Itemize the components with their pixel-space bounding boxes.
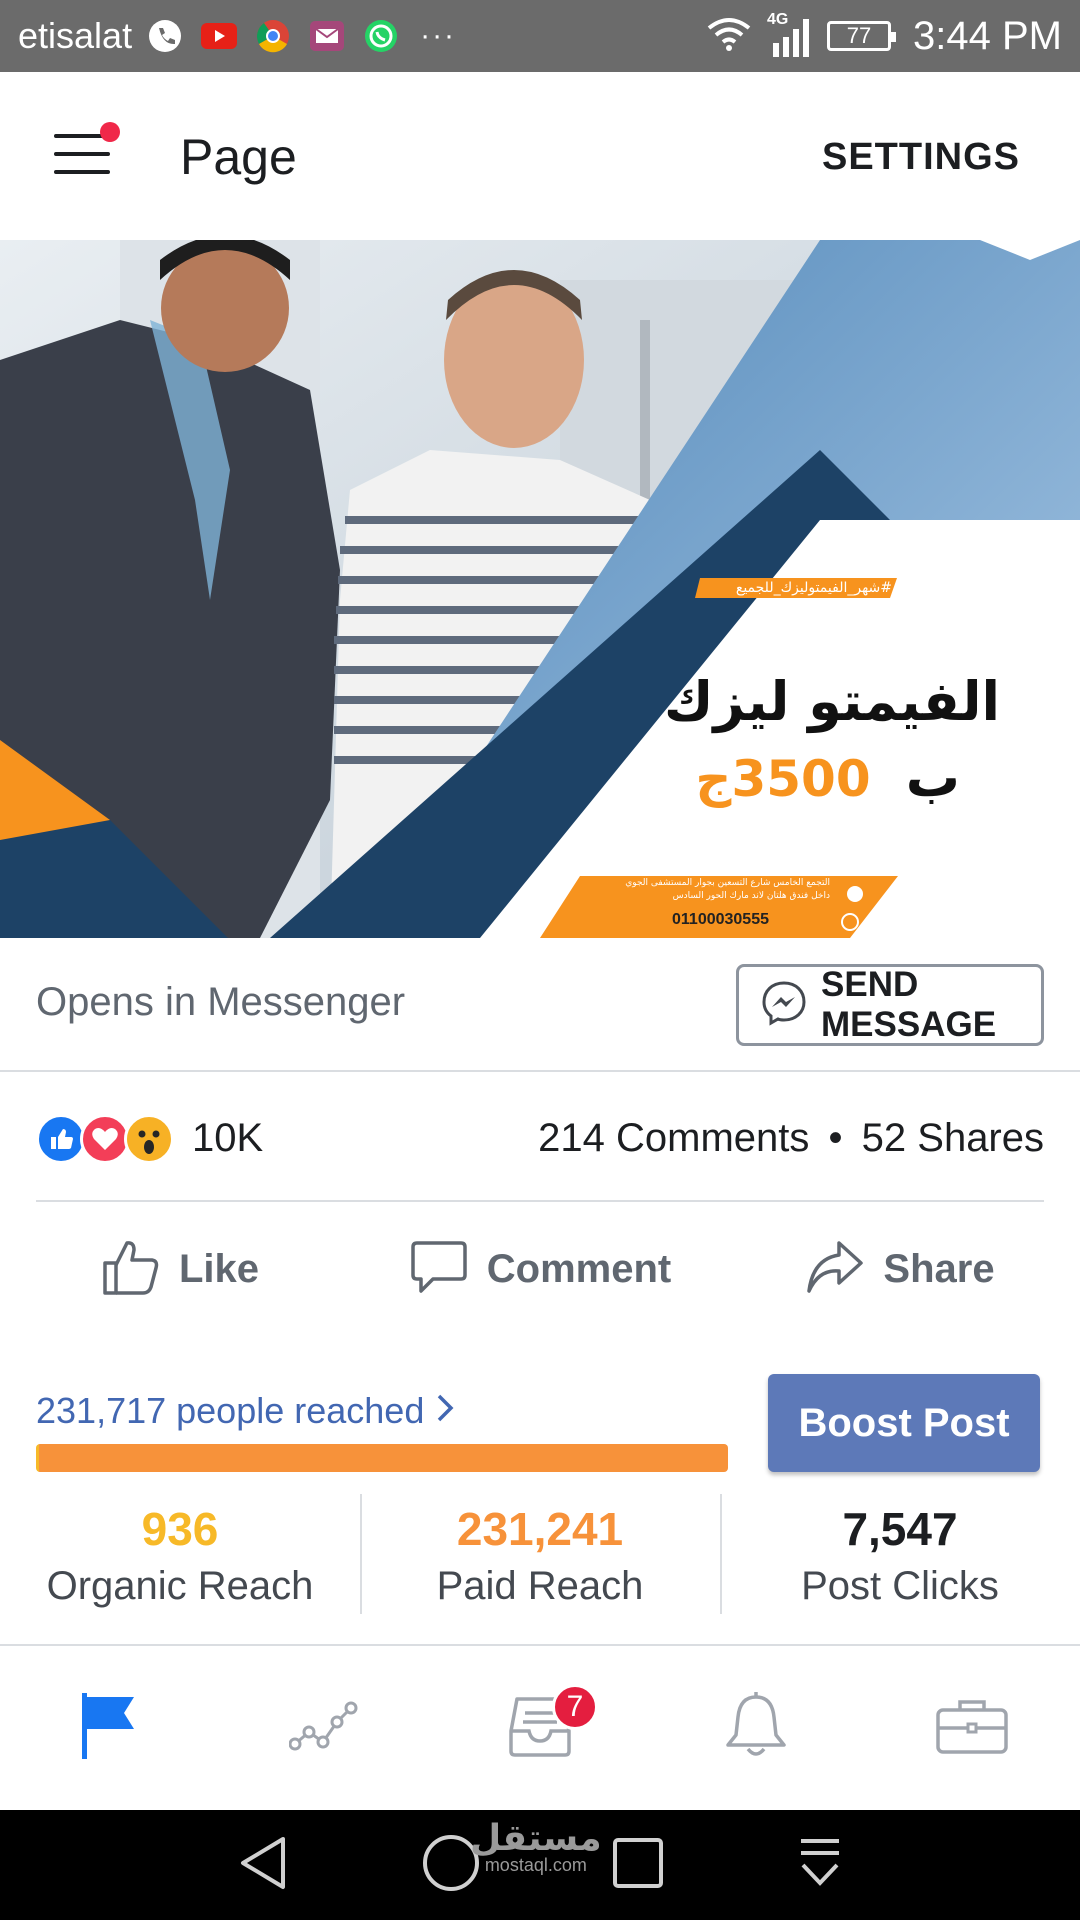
reaction-icons	[36, 1114, 174, 1164]
tab-inbox[interactable]: 7	[432, 1646, 648, 1810]
messenger-icon	[761, 980, 807, 1031]
whatsapp-icon	[362, 17, 400, 55]
youtube-icon	[200, 17, 238, 55]
paid-reach-value: 231,241	[456, 1503, 624, 1555]
menu-icon[interactable]	[54, 122, 120, 178]
email-icon	[308, 17, 346, 55]
tab-tools[interactable]	[864, 1646, 1080, 1810]
more-notifications-icon: ···	[420, 19, 457, 52]
reaction-count: 10K	[192, 1116, 264, 1160]
send-message-button[interactable]: SEND MESSAGE	[736, 964, 1044, 1046]
carrier-name: etisalat	[18, 15, 133, 56]
recents-icon[interactable]	[611, 1836, 665, 1895]
ad-artwork	[0, 240, 1080, 938]
signal-icon: 4G	[767, 11, 813, 57]
battery-level: 77	[846, 23, 872, 48]
phone-icon	[146, 17, 184, 55]
briefcase-icon	[934, 1696, 1010, 1761]
watermark-latin: mostaql.com	[484, 1855, 587, 1875]
reach-stats: 936 Organic Reach 231,241 Paid Reach 7,5…	[0, 1490, 1080, 1616]
wifi-icon	[705, 16, 753, 57]
status-bar: etisalat ··· 4G 77 3:44 PM	[0, 0, 1080, 72]
ad-address-line-1: التجمع الخامس شارع التسعين بجوار المستشف…	[625, 878, 830, 888]
people-reached-link[interactable]: 231,717 people reached	[36, 1390, 454, 1432]
reach-progress-bar	[36, 1444, 728, 1472]
ad-address-line-2: داخل فندق هلتان لاند مارك الحور السادس	[672, 891, 830, 901]
back-icon[interactable]	[235, 1833, 291, 1898]
bottom-tab-bar: 7	[0, 1646, 1080, 1810]
bell-icon	[724, 1691, 788, 1766]
watermark-arabic: مستقل	[470, 1818, 602, 1859]
paid-reach-fill	[38, 1444, 728, 1472]
paid-reach-stat: 231,241 Paid Reach	[360, 1490, 720, 1616]
comment-icon	[409, 1237, 469, 1302]
messenger-row: Opens in Messenger SEND MESSAGE	[0, 938, 1080, 1072]
post-image[interactable]: #شهر_الفيمتوليزك_للجميع الفيمتو ليزك ب 3…	[0, 240, 1080, 938]
ad-headline: الفيمتو ليزك	[664, 670, 1000, 733]
boost-post-button[interactable]: Boost Post	[768, 1374, 1040, 1472]
share-icon	[805, 1237, 865, 1302]
like-icon	[36, 1114, 86, 1164]
post-clicks-value: 7,547	[842, 1503, 958, 1555]
comments-count[interactable]: 214 Comments	[538, 1116, 809, 1160]
thumbs-up-icon	[101, 1237, 161, 1302]
clock: 3:44 PM	[913, 13, 1062, 58]
like-button[interactable]: Like	[0, 1204, 360, 1334]
app-header: Page SETTINGS	[0, 72, 1080, 240]
ad-price: 3500ج	[695, 750, 871, 808]
insights-chart-icon	[288, 1698, 359, 1759]
opens-in-messenger-label: Opens in Messenger	[36, 980, 406, 1024]
inbox-badge: 7	[552, 1684, 598, 1730]
separator-dot: •	[828, 1116, 843, 1160]
post-actions: Like Comment Share	[0, 1204, 1080, 1334]
ad-price-prefix: ب	[905, 746, 960, 809]
tab-notifications[interactable]	[648, 1646, 864, 1810]
organic-reach-label: Organic Reach	[46, 1564, 314, 1608]
ad-phone: 01100030555	[672, 911, 769, 928]
chrome-icon	[254, 17, 292, 55]
settings-button[interactable]: SETTINGS	[822, 136, 1020, 179]
chevron-right-icon	[436, 1390, 454, 1432]
page-title: Page	[180, 129, 297, 185]
notification-dot	[100, 122, 120, 142]
post-clicks-label: Post Clicks	[801, 1564, 999, 1608]
reactions-summary[interactable]: 10K 214 Comments • 52 Shares	[36, 1072, 1044, 1202]
organic-reach-value: 936	[141, 1503, 219, 1555]
flag-icon	[78, 1691, 138, 1766]
send-message-label: SEND MESSAGE	[821, 965, 997, 1044]
paid-reach-label: Paid Reach	[436, 1564, 644, 1608]
watermark: مستقل mostaql.com	[470, 1818, 602, 1876]
share-label: Share	[883, 1246, 995, 1291]
organic-reach-stat: 936 Organic Reach	[0, 1490, 360, 1616]
comment-label: Comment	[486, 1246, 672, 1291]
notification-pull-icon[interactable]	[795, 1835, 845, 1896]
wow-icon	[124, 1114, 174, 1164]
shares-count[interactable]: 52 Shares	[862, 1116, 1044, 1160]
comments-shares[interactable]: 214 Comments • 52 Shares	[538, 1116, 1044, 1161]
people-reached-text: 231,717 people reached	[36, 1390, 425, 1431]
comment-button[interactable]: Comment	[360, 1204, 720, 1334]
tab-insights[interactable]	[216, 1646, 432, 1810]
tab-page[interactable]	[0, 1646, 216, 1810]
ad-price-row: ب 3500ج	[660, 746, 960, 809]
post-clicks-stat: 7,547 Post Clicks	[720, 1490, 1080, 1616]
love-icon	[80, 1114, 130, 1164]
ad-hashtag: #شهر_الفيمتوليزك_للجميع	[735, 580, 892, 596]
battery-icon: 77	[827, 21, 897, 51]
like-label: Like	[178, 1246, 260, 1291]
share-button[interactable]: Share	[720, 1204, 1080, 1334]
